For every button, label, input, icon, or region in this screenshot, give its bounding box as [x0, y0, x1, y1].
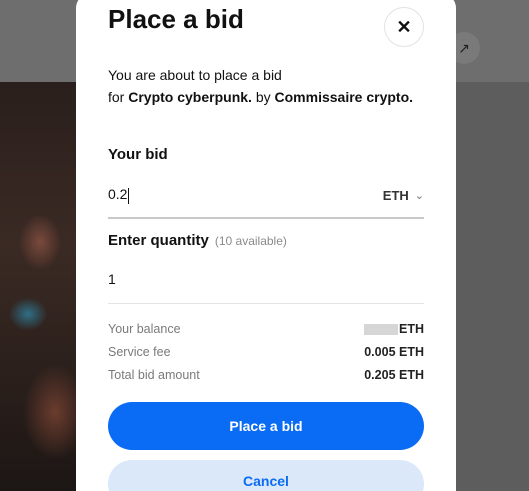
- redacted-balance: [364, 324, 398, 336]
- bid-input[interactable]: 0.2: [108, 186, 130, 204]
- currency-label: ETH: [382, 187, 409, 203]
- intro-for: for: [108, 89, 125, 105]
- cancel-button[interactable]: Cancel: [108, 460, 424, 491]
- background-panel: [456, 82, 529, 491]
- bid-input-underline: [108, 217, 424, 219]
- background-artwork: [0, 82, 80, 491]
- total-label: Total bid amount: [108, 368, 200, 382]
- bid-input-field[interactable]: 0.2 ETH ⌄: [108, 178, 424, 212]
- quantity-label: Enter quantity: [108, 232, 209, 249]
- balance-value: ETH: [364, 322, 424, 336]
- service-fee-value: 0.005 ETH: [364, 345, 424, 359]
- balance-row: Your balance ETH: [108, 322, 424, 336]
- service-fee-label: Service fee: [108, 345, 171, 359]
- creator-name: Commissaire crypto.: [274, 89, 414, 105]
- text-caret: [128, 187, 130, 204]
- chevron-down-icon: ⌄: [414, 189, 424, 202]
- modal-title: Place a bid: [108, 4, 244, 34]
- quantity-input[interactable]: 1: [108, 262, 424, 296]
- balance-label: Your balance: [108, 322, 181, 336]
- intro-by: by: [255, 89, 271, 105]
- quantity-label-row: Enter quantity (10 available): [108, 232, 287, 249]
- place-bid-button[interactable]: Place a bid: [108, 402, 424, 450]
- item-name: Crypto cyberpunk.: [128, 89, 252, 105]
- your-bid-label: Your bid: [108, 146, 168, 163]
- quantity-available: (10 available): [214, 234, 287, 248]
- quantity-value[interactable]: 1: [108, 271, 116, 287]
- total-row: Total bid amount 0.205 ETH: [108, 368, 424, 382]
- close-icon: ✕: [396, 16, 412, 37]
- place-bid-modal: Place a bid ✕ You are about to place a b…: [76, 0, 456, 491]
- service-fee-row: Service fee 0.005 ETH: [108, 345, 424, 359]
- bid-description: You are about to place a bid for Crypto …: [108, 64, 428, 108]
- screen: ↗ Place a bid ✕ You are about to place a…: [0, 0, 529, 491]
- intro-prefix: You are about to place a bid: [108, 67, 282, 83]
- currency-select[interactable]: ETH ⌄: [383, 188, 424, 203]
- total-value: 0.205 ETH: [364, 368, 424, 382]
- quantity-divider: [108, 303, 424, 304]
- close-button[interactable]: ✕: [384, 7, 424, 47]
